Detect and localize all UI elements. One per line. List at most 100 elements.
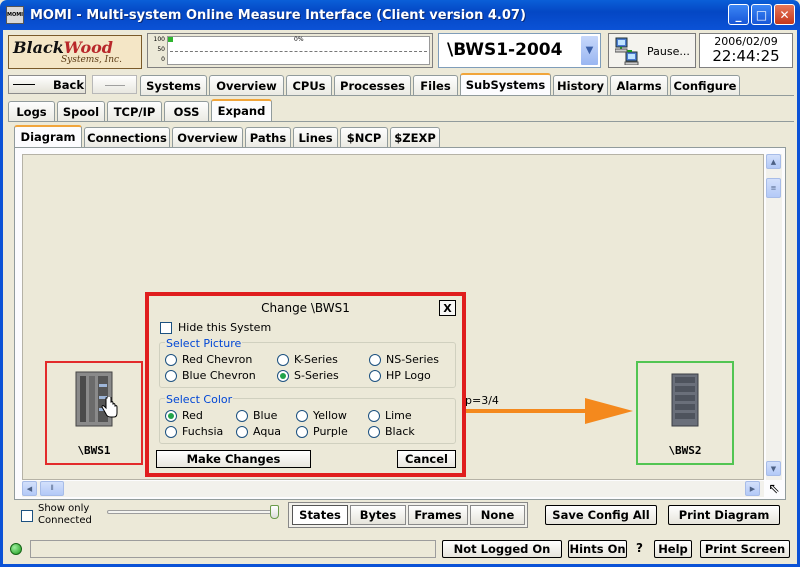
radio-s-series[interactable] <box>277 370 289 382</box>
tab-lines[interactable]: Lines <box>293 127 338 147</box>
radio-color-red[interactable] <box>165 410 177 422</box>
app-icon: MOMI <box>6 6 24 24</box>
radio-blue-chevron[interactable] <box>165 370 177 382</box>
radio-k-series[interactable] <box>277 354 289 366</box>
maximize-icon[interactable]: □ <box>751 4 772 25</box>
radio-color-lime[interactable] <box>368 410 380 422</box>
close-icon[interactable]: ✕ <box>774 4 795 25</box>
label-color-blue: Blue <box>253 409 278 422</box>
minimize-icon[interactable]: _ <box>728 4 749 25</box>
horizontal-scroll-thumb[interactable]: ⦀ <box>40 481 64 496</box>
mode-none-button[interactable]: None <box>470 505 525 525</box>
mode-frames-button[interactable]: Frames <box>408 505 468 525</box>
hand-cursor-icon <box>101 397 118 418</box>
tab-configure[interactable]: Configure <box>670 75 740 95</box>
system-select[interactable]: \BWS1-2004 ▼ <box>438 33 601 68</box>
system-node-bws2[interactable]: \BWS2 <box>636 361 734 465</box>
node-label-bws2: \BWS2 <box>668 444 702 457</box>
meter-percent-label: 0% <box>294 36 304 43</box>
help-button[interactable]: Help <box>654 540 692 558</box>
tab-zexp[interactable]: $ZEXP <box>390 127 440 147</box>
radio-color-aqua[interactable] <box>236 426 248 438</box>
picture-group-label: Select Picture <box>165 337 243 350</box>
tab-diagram[interactable]: Diagram <box>14 125 82 147</box>
tab-oss[interactable]: OSS <box>164 101 209 121</box>
meter-scale-0: 0 <box>161 56 165 63</box>
pause-label: Pause... <box>647 45 690 58</box>
print-screen-button[interactable]: Print Screen <box>700 540 790 558</box>
tab-cpus[interactable]: CPUs <box>286 75 332 95</box>
forward-arrow-icon <box>105 85 125 86</box>
radio-color-yellow[interactable] <box>296 410 308 422</box>
logo-subtitle: Systems, Inc. <box>61 55 122 65</box>
label-color-yellow: Yellow <box>313 409 347 422</box>
s-series-cabinet-icon <box>671 373 699 427</box>
meter-plot: 0% <box>167 36 430 65</box>
tab-files[interactable]: Files <box>413 75 458 95</box>
slider-thumb[interactable] <box>270 505 279 519</box>
tab-tcpip[interactable]: TCP/IP <box>107 101 162 121</box>
tab-expand[interactable]: Expand <box>211 99 272 121</box>
not-logged-on-button[interactable]: Not Logged On <box>442 540 562 558</box>
label-color-black: Black <box>385 425 415 438</box>
tab-view-overview[interactable]: Overview <box>172 127 243 147</box>
label-s-series: S-Series <box>294 369 339 382</box>
link-label: p=3/4 <box>465 394 499 407</box>
tab-alarms[interactable]: Alarms <box>610 75 668 95</box>
cancel-button[interactable]: Cancel <box>397 450 456 468</box>
network-computers-icon <box>615 37 639 65</box>
vertical-scrollbar[interactable]: ▲ ≡ ▼ <box>766 154 782 480</box>
resize-corner-icon[interactable]: ⇖ <box>766 481 782 497</box>
tab-processes[interactable]: Processes <box>334 75 411 95</box>
tab-subsystems[interactable]: SubSystems <box>460 73 551 95</box>
tab-systems[interactable]: Systems <box>140 75 207 95</box>
tab-paths[interactable]: Paths <box>245 127 291 147</box>
mode-bytes-button[interactable]: Bytes <box>350 505 406 525</box>
make-changes-button[interactable]: Make Changes <box>156 450 311 468</box>
radio-ns-series[interactable] <box>369 354 381 366</box>
scroll-up-icon[interactable]: ▲ <box>766 154 781 169</box>
hide-system-label: Hide this System <box>178 321 272 334</box>
tab-ncp[interactable]: $NCP <box>340 127 388 147</box>
meter-scale-50: 50 <box>157 46 165 53</box>
meter-scale-100: 100 <box>153 36 165 43</box>
scroll-down-icon[interactable]: ▼ <box>766 461 781 476</box>
hints-on-button[interactable]: Hints On <box>568 540 627 558</box>
slider-track <box>107 510 275 514</box>
radio-color-purple[interactable] <box>296 426 308 438</box>
tab-overview[interactable]: Overview <box>209 75 284 95</box>
scroll-left-icon[interactable]: ◀ <box>22 481 37 496</box>
help-question-icon[interactable]: ? <box>636 541 643 555</box>
system-node-bws1[interactable]: \BWS1 <box>45 361 143 465</box>
connection-slider[interactable] <box>107 505 279 519</box>
tab-logs[interactable]: Logs <box>8 101 55 121</box>
title-bar: MOMI MOMI - Multi-system Online Measure … <box>0 0 800 30</box>
horizontal-scrollbar[interactable]: ◀ ⦀ ▶ <box>22 481 764 497</box>
forward-button[interactable] <box>92 75 137 94</box>
clock-time: 22:44:25 <box>712 47 780 65</box>
clock: 2006/02/09 22:44:25 <box>699 33 793 68</box>
chevron-down-icon[interactable]: ▼ <box>580 35 599 66</box>
radio-hp-logo[interactable] <box>369 370 381 382</box>
tab-spool[interactable]: Spool <box>57 101 105 121</box>
print-diagram-button[interactable]: Print Diagram <box>668 505 780 525</box>
radio-color-fuchsia[interactable] <box>165 426 177 438</box>
node-label-bws1: \BWS1 <box>77 444 111 457</box>
hide-system-checkbox[interactable] <box>160 322 172 334</box>
sub-tabs-line <box>8 121 794 122</box>
radio-color-black[interactable] <box>368 426 380 438</box>
vertical-scroll-thumb[interactable]: ≡ <box>766 178 781 198</box>
pause-button[interactable]: Pause... <box>608 33 696 68</box>
save-config-all-button[interactable]: Save Config All <box>545 505 657 525</box>
radio-color-blue[interactable] <box>236 410 248 422</box>
dialog-close-button[interactable]: X <box>439 300 456 316</box>
show-only-connected-checkbox[interactable] <box>21 510 33 522</box>
back-button[interactable]: Back <box>8 75 86 94</box>
tab-connections[interactable]: Connections <box>84 127 170 147</box>
meter-midline <box>170 51 427 52</box>
dialog-title: Change \BWS1 <box>261 301 350 315</box>
radio-red-chevron[interactable] <box>165 354 177 366</box>
tab-history[interactable]: History <box>553 75 608 95</box>
scroll-right-icon[interactable]: ▶ <box>745 481 760 496</box>
mode-states-button[interactable]: States <box>292 505 348 525</box>
